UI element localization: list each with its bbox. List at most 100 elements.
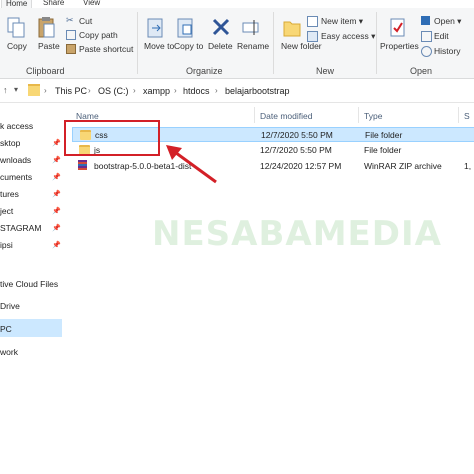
new-item-button[interactable]: New item ▾ [321,16,363,27]
nav-item-quick-access[interactable]: k access [0,121,33,131]
easy-access-icon [307,31,318,42]
new-item-label: New item [321,16,357,26]
file-date: 12/24/2020 12:57 PM [260,161,342,171]
copy-button[interactable] [6,16,26,42]
chevron-right-icon: › [215,86,218,95]
properties-icon [390,18,405,37]
nav-item-project[interactable]: ject [0,206,13,216]
copy-path-icon [66,30,76,40]
file-list: Name Date modified Type S css 12/7/2020 … [62,103,474,474]
move-to-icon [147,18,163,38]
easy-access-label: Easy access [321,31,369,41]
scissors-icon: ✂ [66,15,74,25]
pin-icon: 📌 [52,191,61,198]
rename-button[interactable] [241,16,261,42]
watermark: NESABAMEDIA [152,214,442,254]
copy-to-label[interactable]: Copy to [174,41,203,51]
navigation-pane: k access sktop 📌 wnloads 📌 cuments 📌 tur… [0,103,62,474]
open-icon [421,16,430,25]
file-date: 12/7/2020 5:50 PM [261,130,333,140]
clipboard-icon [38,17,55,38]
rename-label[interactable]: Rename [237,41,269,51]
open-group-label: Open [410,66,433,76]
copy-icon [7,17,25,38]
divider [273,12,274,74]
tab-share[interactable]: Share [43,0,64,8]
chevron-right-icon: › [174,86,177,95]
paste-button[interactable] [37,16,57,42]
properties-button[interactable] [388,16,408,42]
divider [376,12,377,74]
open-label: Open [434,16,455,26]
up-arrow-icon[interactable]: ↑ [3,85,8,95]
folder-icon [28,84,40,96]
cut-button[interactable]: Cut [79,16,92,26]
paste-shortcut-button[interactable]: Paste shortcut [79,44,133,54]
column-header-date[interactable]: Date modified [260,111,312,121]
copy-label[interactable]: Copy [7,41,27,51]
annotation-arrow [166,145,217,184]
nav-item-desktop[interactable]: sktop [0,138,20,148]
pin-icon: 📌 [52,140,61,147]
nav-item-creative-cloud-files[interactable]: tive Cloud Files [0,279,58,289]
copy-to-button[interactable] [176,16,196,42]
paste-shortcut-icon [66,44,76,54]
breadcrumb-htdocs[interactable]: htdocs [183,86,210,96]
copy-to-icon [177,18,193,38]
column-divider[interactable] [254,107,255,123]
edit-icon [421,31,432,42]
history-button[interactable]: History [434,46,460,56]
column-divider[interactable] [458,107,459,123]
history-icon [421,46,432,57]
move-to-label[interactable]: Move to [144,41,174,51]
edit-button[interactable]: Edit [434,31,449,41]
chevron-right-icon: › [44,86,47,95]
rename-icon [242,20,259,35]
new-folder-button[interactable] [282,16,302,42]
chevron-right-icon: › [133,86,136,95]
chevron-down-icon[interactable]: ▾ [14,85,18,94]
column-divider[interactable] [358,107,359,123]
divider [137,12,138,74]
file-type: File folder [364,145,402,155]
open-button[interactable]: Open ▾ [434,16,461,27]
ribbon: Copy Paste ✂ Cut Copy path Paste shortcu… [0,8,474,79]
delete-icon [212,18,230,36]
breadcrumb-xampp[interactable]: xampp [143,86,170,96]
breadcrumb-os-c[interactable]: OS (C:) [98,86,129,96]
new-folder-label[interactable]: New folder [281,41,322,51]
nav-item-onedrive[interactable]: Drive [0,301,20,311]
nav-item-instagram[interactable]: STAGRAM [0,223,41,233]
breadcrumb-this-pc[interactable]: This PC [55,86,87,96]
nav-item-network[interactable]: work [0,347,18,357]
highlight-box [64,120,160,156]
breadcrumb-belajarbootstrap[interactable]: belajarbootstrap [225,86,290,96]
paste-label[interactable]: Paste [38,41,60,51]
nav-item-skripsi[interactable]: ipsi [0,240,13,250]
file-date: 12/7/2020 5:50 PM [260,145,332,155]
new-folder-icon [283,21,301,37]
nav-item-downloads[interactable]: wnloads [0,155,31,165]
file-type: WinRAR ZIP archive [364,161,442,171]
delete-button[interactable] [211,16,231,42]
pin-icon: 📌 [52,225,61,232]
nav-item-pictures[interactable]: tures [0,189,19,199]
pin-icon: 📌 [52,157,61,164]
move-to-button[interactable] [146,16,166,42]
ribbon-tabs: Home Share View [0,0,474,9]
column-header-size[interactable]: S [464,111,470,121]
address-bar[interactable]: ↑ ▾ › This PC › OS (C:) › xampp › htdocs… [0,80,474,103]
clipboard-group-label: Clipboard [26,66,65,76]
column-header-type[interactable]: Type [364,111,382,121]
new-group-label: New [316,66,335,76]
tab-view[interactable]: View [83,0,100,8]
copy-path-button[interactable]: Copy path [79,30,118,40]
easy-access-button[interactable]: Easy access ▾ [321,31,375,42]
nav-item-this-pc[interactable]: PC [0,324,12,334]
properties-label[interactable]: Properties [380,41,419,51]
nav-item-documents[interactable]: cuments [0,172,32,182]
table-row[interactable]: bootstrap-5.0.0-beta1-dist 12/24/2020 12… [72,159,474,172]
winrar-archive-icon [78,160,87,170]
pin-icon: 📌 [52,208,61,215]
delete-label[interactable]: Delete [208,41,233,51]
